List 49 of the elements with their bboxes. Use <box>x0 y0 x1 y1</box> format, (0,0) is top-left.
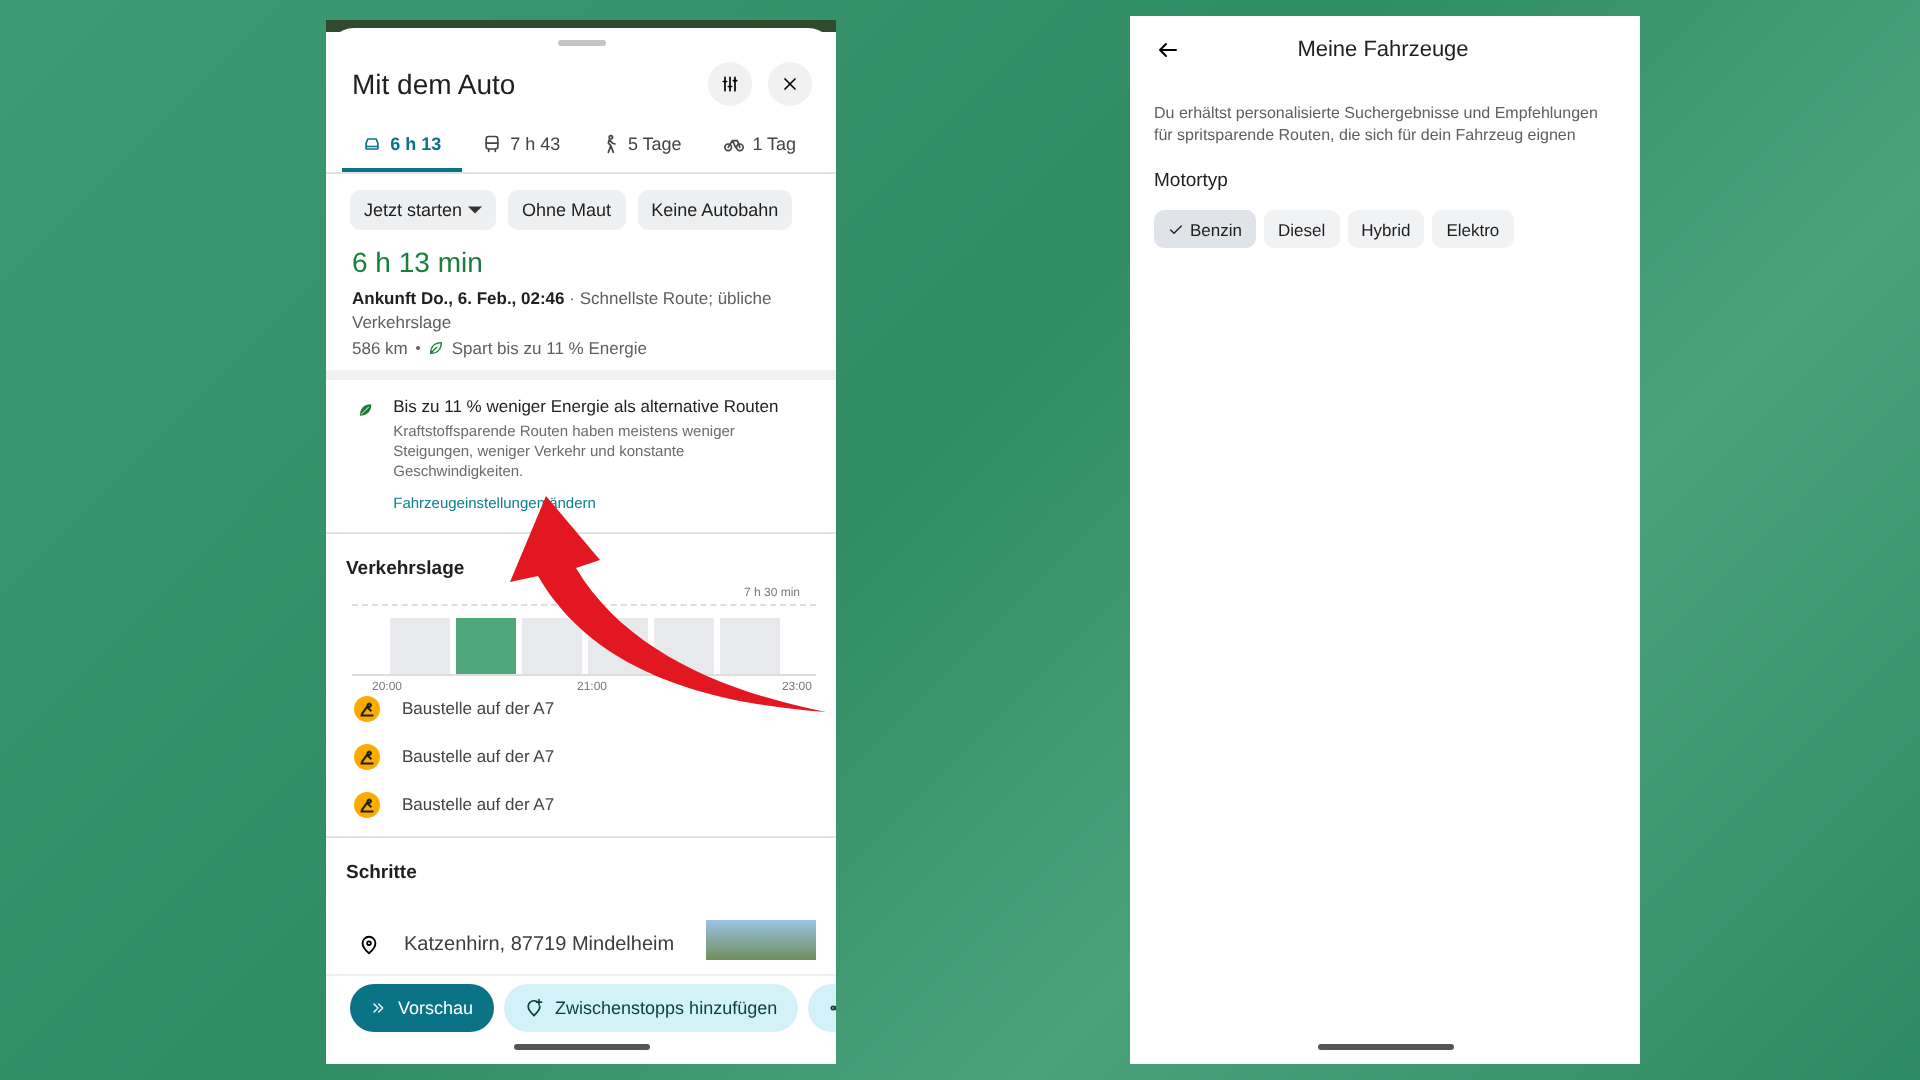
back-arrow-icon <box>1156 37 1180 61</box>
option-chip[interactable]: Jetzt starten <box>350 190 497 230</box>
car-icon <box>362 134 383 154</box>
travel-mode-tab[interactable]: 1 Tag <box>700 122 820 172</box>
distance-text: 586 km <box>352 338 408 358</box>
incident-text: Baustelle auf der A7 <box>402 698 555 718</box>
place-text: Katzenhirn, 87719 Mindelheim <box>404 933 677 955</box>
screen-title: Meine Fahrzeuge <box>1295 37 1471 61</box>
section-heading: Schritte <box>344 860 419 884</box>
bus-icon <box>482 134 503 154</box>
home-indicator <box>1317 1044 1453 1050</box>
action-button[interactable]: Vorschau <box>350 984 494 1032</box>
action-button[interactable]: Zwischenstopps hinzufügen <box>503 984 798 1032</box>
engine-type-chip[interactable]: Benzin <box>1154 210 1256 248</box>
location-pin-icon <box>358 933 380 955</box>
travel-mode-tab[interactable]: 6 h 13 <box>342 122 462 172</box>
eco-title: Bis zu 11 % weniger Energie als alternative Routen <box>393 396 781 416</box>
close-icon <box>780 74 800 94</box>
description-text: Du erhältst personalisierte Suchergebnisse und Empfehlungen für spritsparende Routen, die sich für dein Fahrzeug eignen <box>1152 102 1600 146</box>
engine-type-chip[interactable]: Elektro <box>1432 210 1514 248</box>
bicycle-icon <box>724 134 745 154</box>
incident-text: Baustelle auf der A7 <box>402 746 555 766</box>
close-button[interactable] <box>768 62 812 106</box>
section-heading: Verkehrslage <box>344 556 467 580</box>
filter-button[interactable] <box>708 62 752 106</box>
arrival-text: Ankunft Do., 6. Feb., 02:46 · Schnellste Route; übliche Verkehrslage <box>350 286 774 334</box>
pin-plus-icon <box>523 998 544 1018</box>
construction-icon <box>354 743 380 769</box>
drag-handle[interactable] <box>557 40 605 46</box>
photo-placeholder <box>706 920 816 960</box>
incident-text: Baustelle auf der A7 <box>402 794 555 814</box>
travel-mode-tab[interactable]: 7 h 43 <box>461 122 581 172</box>
traffic-bar[interactable] <box>522 618 582 674</box>
sliders-icon <box>720 74 740 94</box>
double-chevron-icon <box>370 1000 386 1016</box>
check-icon <box>1168 221 1184 237</box>
engine-type-chip[interactable]: Hybrid <box>1347 210 1425 248</box>
duration-text: 6 h 13 min <box>350 244 485 278</box>
construction-icon <box>354 695 380 721</box>
saving-text: Spart bis zu 11 % Energie <box>451 338 648 358</box>
leaf-icon <box>427 340 444 356</box>
sheet-title: Mit dem Auto <box>352 68 518 100</box>
option-chip[interactable]: Keine Autobahn <box>637 190 793 230</box>
engine-type-chip[interactable]: Diesel <box>1264 210 1340 248</box>
travel-mode-tab[interactable]: 5 Tage <box>581 122 701 172</box>
home-indicator <box>513 1044 649 1050</box>
option-chip[interactable]: Ohne Maut <box>508 190 626 230</box>
section-label: Motortyp <box>1152 168 1230 192</box>
construction-icon <box>354 791 380 817</box>
